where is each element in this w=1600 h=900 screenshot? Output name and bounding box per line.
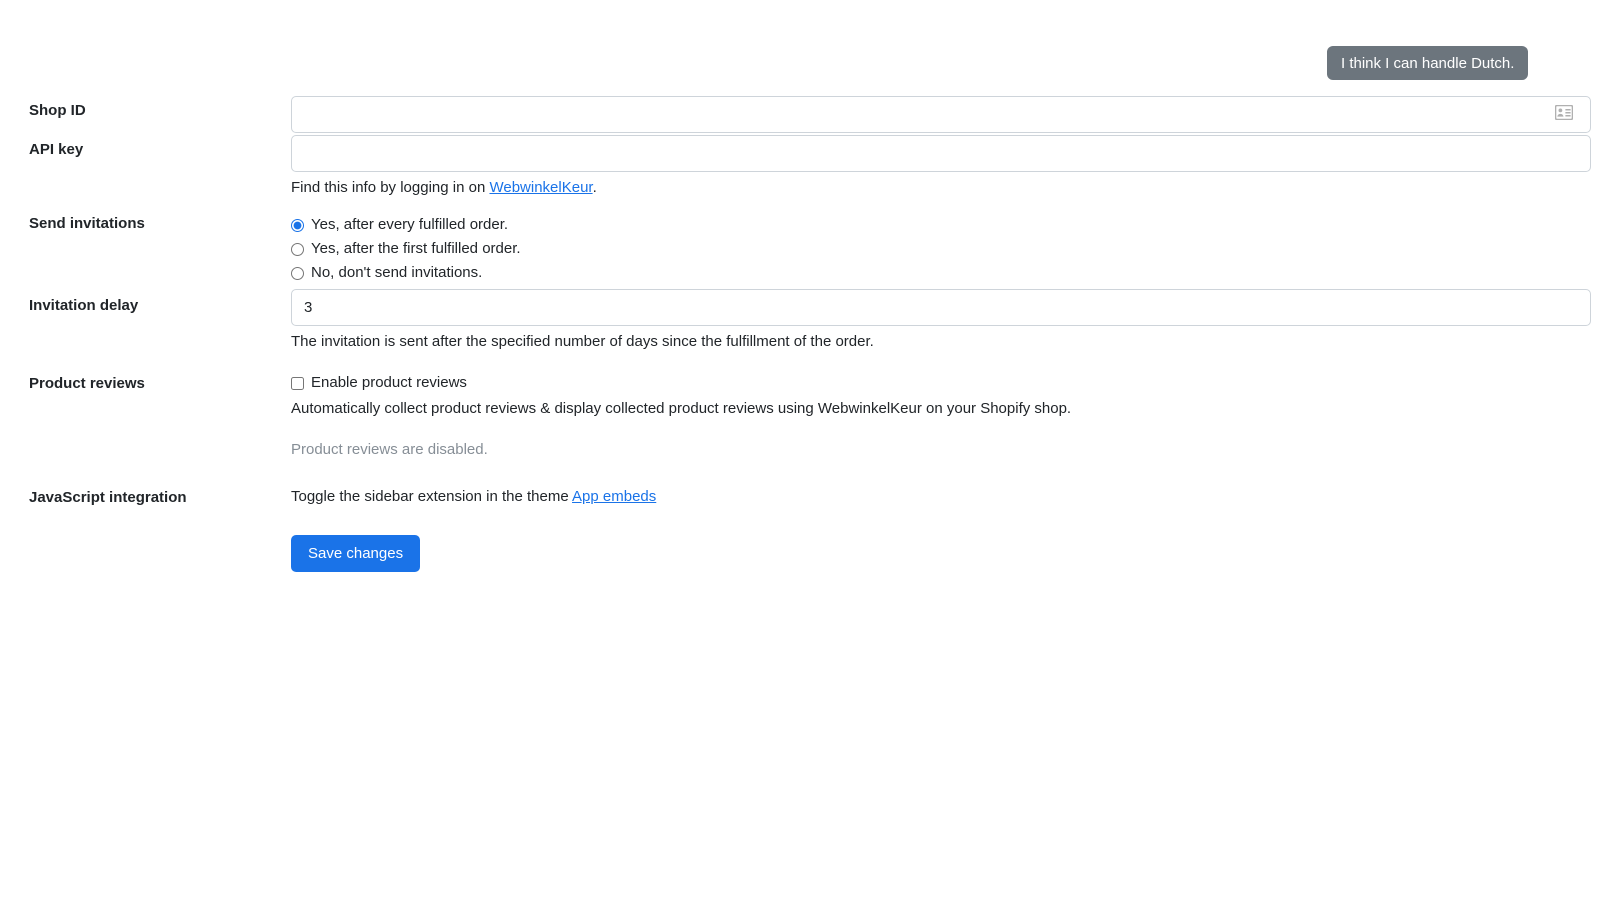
settings-form: Shop ID API key Find this info by loggin… (0, 96, 1600, 585)
product-reviews-content: Enable product reviews Automatically col… (291, 371, 1600, 458)
javascript-integration-text: Toggle the sidebar extension in the them… (291, 487, 1600, 507)
radio-no-invitations-input[interactable] (291, 266, 304, 280)
row-invitation-delay: Invitation delay The invitation is sent … (0, 289, 1600, 359)
app-embeds-link[interactable]: App embeds (572, 488, 656, 505)
api-key-label: API key (29, 141, 84, 158)
javascript-integration-label: JavaScript integration (29, 489, 187, 506)
send-invitations-content: Yes, after every fulfilled order. Yes, a… (291, 213, 1600, 285)
javascript-integration-prefix: Toggle the sidebar extension in the them… (291, 488, 573, 505)
row-save: Save changes (0, 535, 1600, 585)
language-tooltip-text: I think I can handle Dutch. (1341, 54, 1515, 72)
shop-id-content (291, 96, 1600, 133)
invitation-delay-label: Invitation delay (29, 297, 139, 314)
settings-page: I think I can handle Dutch. Shop ID API … (0, 0, 1600, 900)
radio-first-fulfilled-order-label: Yes, after the first fulfilled order. (311, 239, 521, 257)
javascript-integration-content: Toggle the sidebar extension in the them… (291, 487, 1600, 507)
radio-every-fulfilled-order-input[interactable] (291, 218, 304, 232)
row-send-invitations: Send invitations Yes, after every fulfil… (0, 213, 1600, 289)
row-javascript-integration: JavaScript integration Toggle the sideba… (0, 487, 1600, 525)
shop-id-label: Shop ID (29, 102, 86, 119)
enable-product-reviews-checkbox[interactable]: Enable product reviews (291, 371, 1600, 395)
radio-first-fulfilled-order-input[interactable] (291, 242, 304, 256)
shop-id-input[interactable] (291, 96, 1591, 133)
invitation-delay-help: The invitation is sent after the specifi… (291, 333, 874, 350)
row-api-key: API key Find this info by logging in on … (0, 135, 1600, 198)
radio-no-invitations[interactable]: No, don't send invitations. (291, 261, 1600, 285)
enable-product-reviews-label: Enable product reviews (311, 373, 467, 391)
invitation-delay-input[interactable] (291, 289, 1591, 326)
api-key-content: Find this info by logging in on Webwinke… (291, 135, 1600, 198)
invitation-delay-content: The invitation is sent after the specifi… (291, 289, 1600, 352)
product-reviews-status: Product reviews are disabled. (291, 441, 488, 459)
radio-no-invitations-label: No, don't send invitations. (311, 263, 483, 281)
row-shop-id: Shop ID (0, 96, 1600, 135)
api-key-help-prefix: Find this info by logging in on (291, 179, 490, 196)
product-reviews-description: Automatically collect product reviews & … (291, 400, 1072, 417)
language-tooltip: I think I can handle Dutch. (1327, 46, 1529, 80)
api-key-input[interactable] (291, 135, 1591, 172)
webwinkelkeur-link[interactable]: WebwinkelKeur (489, 179, 592, 196)
save-content: Save changes (291, 535, 1600, 572)
row-product-reviews: Product reviews Enable product reviews A… (0, 371, 1600, 475)
api-key-help: Find this info by logging in on Webwinke… (291, 178, 1600, 198)
shop-id-field-wrap (291, 96, 1600, 133)
radio-every-fulfilled-order[interactable]: Yes, after every fulfilled order. (291, 213, 1600, 237)
api-key-help-suffix: . (592, 179, 597, 196)
product-reviews-label: Product reviews (29, 375, 145, 392)
send-invitations-label: Send invitations (29, 215, 145, 232)
radio-every-fulfilled-order-label: Yes, after every fulfilled order. (311, 215, 509, 233)
enable-product-reviews-input[interactable] (291, 376, 304, 390)
radio-first-fulfilled-order[interactable]: Yes, after the first fulfilled order. (291, 237, 1600, 261)
save-changes-button[interactable]: Save changes (291, 535, 421, 572)
